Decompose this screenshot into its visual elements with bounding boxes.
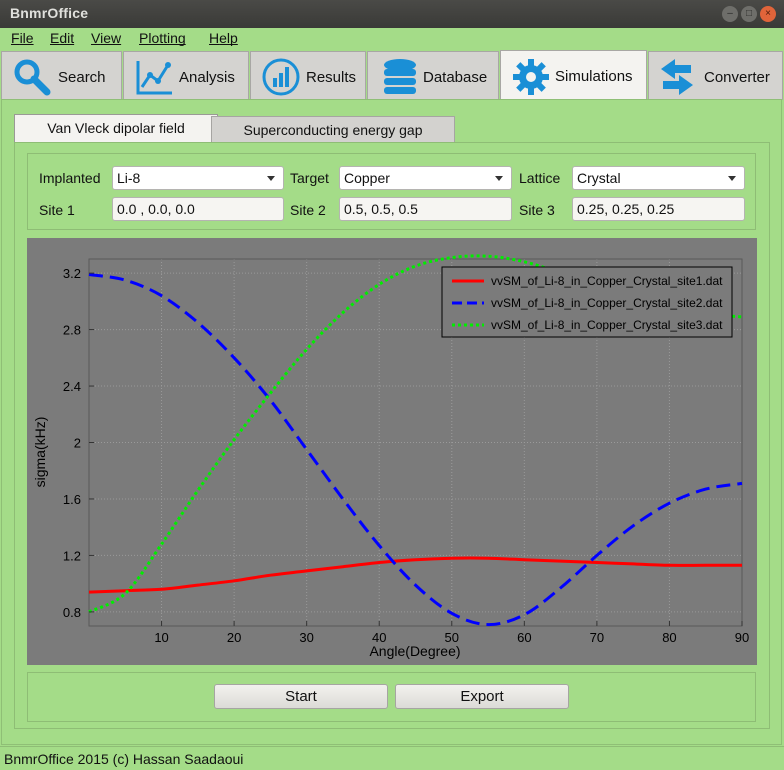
legend-label-site2: vvSM_of_Li-8_in_Copper_Crystal_site2.dat: [491, 296, 723, 310]
chevron-down-icon: [495, 176, 503, 181]
site2-input[interactable]: 0.5, 0.5, 0.5: [339, 197, 512, 221]
tab-results-label: Results: [306, 69, 357, 86]
tab-database-label: Database: [423, 69, 488, 86]
lattice-select[interactable]: Crystal: [572, 166, 745, 190]
status-bar: BnmrOffice 2015 (c) Hassan Saadaoui: [0, 746, 784, 770]
tab-search[interactable]: Search: [1, 51, 122, 100]
menu-view[interactable]: View: [91, 30, 121, 46]
target-label: Target: [290, 170, 329, 186]
y-tick-label: 2.4: [63, 379, 81, 394]
minimize-button[interactable]: –: [722, 6, 738, 22]
x-tick-label: 90: [735, 630, 749, 645]
actions-box: [27, 672, 756, 722]
x-tick-label: 10: [154, 630, 168, 645]
chevron-down-icon: [267, 176, 275, 181]
y-tick-label: 1.2: [63, 548, 81, 563]
bar-chart-icon: [262, 58, 300, 96]
search-icon: [14, 59, 51, 96]
x-axis-label: Angle(Degree): [369, 643, 460, 659]
chevron-down-icon: [728, 176, 736, 181]
menu-help[interactable]: Help: [209, 30, 238, 46]
export-button[interactable]: Export: [395, 684, 569, 709]
menu-bar: File Edit View Plotting Help: [0, 28, 784, 50]
target-select[interactable]: Copper: [339, 166, 512, 190]
legend-label-site3: vvSM_of_Li-8_in_Copper_Crystal_site3.dat: [491, 318, 723, 332]
plot-area: 10 20 30 40 50 60 70 80 90 0.8 1.2 1.6 2 2.4 2.8 3.2 An…: [27, 238, 757, 665]
lattice-value: Crystal: [577, 170, 621, 186]
tab-analysis-label: Analysis: [179, 69, 235, 86]
tab-superconducting-gap[interactable]: Superconducting energy gap: [211, 116, 455, 143]
chart-line-icon: [136, 61, 172, 95]
site1-input[interactable]: 0.0 , 0.0, 0.0: [112, 197, 284, 221]
tab-simulations-label: Simulations: [555, 68, 633, 85]
y-axis-label: sigma(kHz): [32, 417, 48, 488]
x-tick-label: 60: [517, 630, 531, 645]
site3-label: Site 3: [519, 202, 555, 218]
tab-results[interactable]: Results: [250, 51, 366, 100]
x-tick-label: 20: [227, 630, 241, 645]
window-title: BnmrOffice: [10, 5, 89, 21]
tab-simulations[interactable]: Simulations: [500, 50, 647, 101]
tab-database[interactable]: Database: [367, 51, 499, 100]
close-button[interactable]: ×: [760, 6, 776, 22]
gear-icon: [513, 59, 549, 95]
tab-converter[interactable]: Converter: [648, 51, 783, 100]
implanted-select[interactable]: Li-8: [112, 166, 284, 190]
tab-converter-label: Converter: [704, 69, 770, 86]
menu-edit[interactable]: Edit: [50, 30, 74, 46]
start-button[interactable]: Start: [214, 684, 388, 709]
sigma-vs-angle-chart: 10 20 30 40 50 60 70 80 900.81.21.622.42.83.2 An…: [32, 254, 749, 659]
implanted-value: Li-8: [117, 170, 141, 186]
y-tick-label: 2: [74, 436, 81, 451]
title-bar: BnmrOffice – □ ×: [0, 0, 784, 28]
site2-label: Site 2: [290, 202, 326, 218]
target-value: Copper: [344, 170, 390, 186]
y-tick-label: 0.8: [63, 605, 81, 620]
implanted-label: Implanted: [39, 170, 101, 186]
lattice-label: Lattice: [519, 170, 561, 186]
site1-label: Site 1: [39, 202, 75, 218]
main-tab-bar: Search Analysis Results Database Simulat…: [0, 50, 784, 101]
maximize-button[interactable]: □: [741, 6, 757, 22]
y-tick-label: 2.8: [63, 323, 81, 338]
x-tick-label: 70: [590, 630, 604, 645]
y-tick-label: 1.6: [63, 492, 81, 507]
database-icon: [384, 59, 416, 94]
x-tick-label: 80: [662, 630, 676, 645]
tab-search-label: Search: [58, 69, 106, 86]
chart-legend: vvSM_of_Li-8_in_Copper_Crystal_site1.dat…: [441, 266, 733, 338]
menu-file[interactable]: File: [11, 30, 34, 46]
legend-label-site1: vvSM_of_Li-8_in_Copper_Crystal_site1.dat: [491, 274, 723, 288]
site3-input[interactable]: 0.25, 0.25, 0.25: [572, 197, 745, 221]
x-tick-label: 30: [299, 630, 313, 645]
y-tick-label: 3.2: [63, 266, 81, 281]
tab-analysis[interactable]: Analysis: [123, 51, 249, 100]
menu-plotting[interactable]: Plotting: [139, 30, 186, 46]
tab-van-vleck[interactable]: Van Vleck dipolar field: [14, 114, 218, 144]
convert-arrows-icon: [661, 59, 693, 95]
